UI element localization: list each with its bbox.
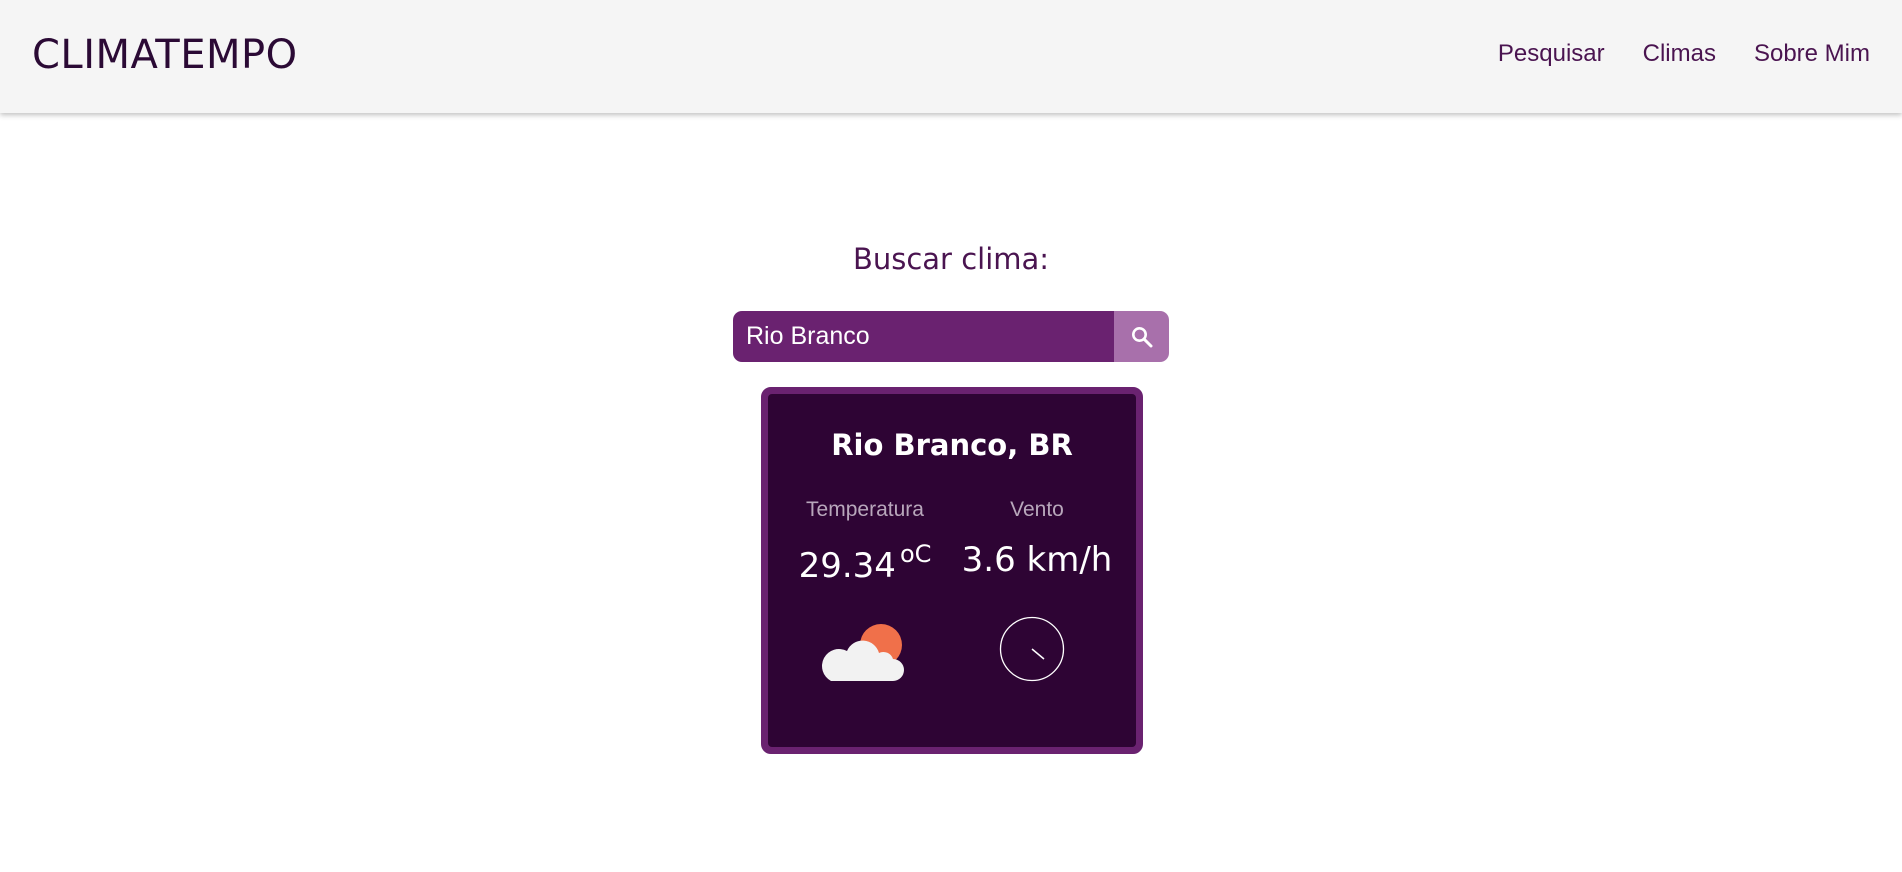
wind-direction-icon [999, 616, 1065, 682]
city-name: Rio Branco, BR [831, 428, 1073, 462]
wind-section: Vento 3.6 km/h [957, 498, 1117, 580]
nav-link-climas[interactable]: Climas [1643, 40, 1716, 68]
temperature-section: Temperatura 29.34 oC [785, 498, 945, 586]
partly-cloudy-icon [822, 624, 904, 681]
city-search-input[interactable] [733, 311, 1114, 362]
temperature-label: Temperatura [806, 498, 924, 521]
navbar: CLIMATEMPO Pesquisar Climas Sobre Mim [0, 0, 1902, 113]
wind-label: Vento [1010, 498, 1064, 521]
search-bar [733, 311, 1169, 362]
wind-value: 3.6 km/h [961, 540, 1113, 580]
search-title: Buscar clima: [852, 242, 1050, 276]
search-icon [1131, 326, 1152, 347]
nav-link-pesquisar[interactable]: Pesquisar [1498, 40, 1605, 68]
nav-link-sobre-mim[interactable]: Sobre Mim [1754, 40, 1870, 68]
temperature-value: 29.34 [798, 546, 896, 586]
temperature-unit: oC [899, 540, 932, 568]
search-button[interactable] [1114, 311, 1169, 362]
weather-card-body: Rio Branco, BR Temperatura 29.34 oC Vento… [768, 394, 1136, 747]
brand-logo[interactable]: CLIMATEMPO [32, 32, 298, 78]
weather-card: Rio Branco, BR Temperatura 29.34 oC Vento… [761, 387, 1143, 754]
temperature-value-row: 29.34 oC [785, 540, 945, 586]
nav-links: Pesquisar Climas Sobre Mim [1498, 40, 1870, 68]
